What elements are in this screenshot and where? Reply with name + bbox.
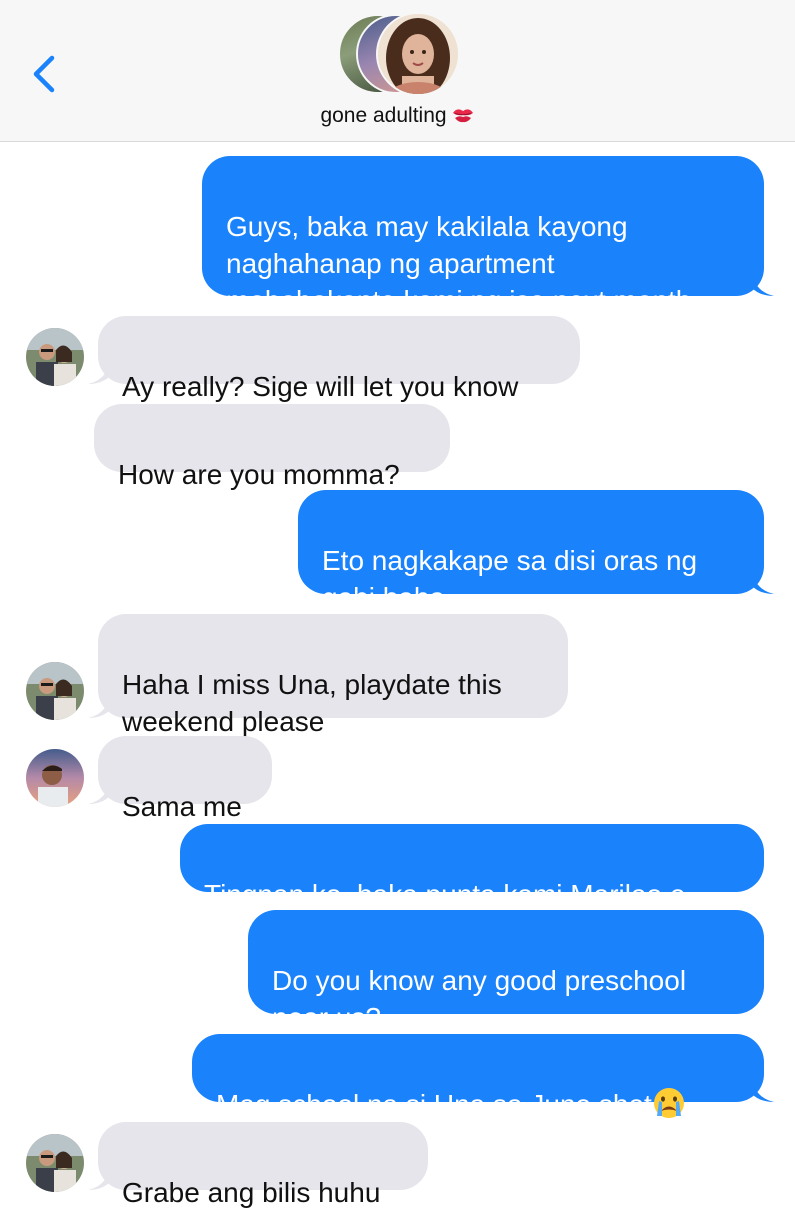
bubble-tail	[88, 696, 110, 718]
incoming-message[interactable]: Ay really? Sige will let you know	[88, 316, 580, 402]
couple-avatar[interactable]	[26, 328, 84, 386]
group-name-label: gone adulting	[320, 104, 447, 127]
outgoing-message[interactable]: Tingnan ko, baka punta kami Marilao e	[180, 824, 764, 910]
incoming-message[interactable]: How are you momma?	[94, 404, 450, 490]
message-text: How are you momma?	[118, 459, 400, 490]
bubble-tail	[752, 274, 774, 296]
group-name[interactable]: gone adulting	[0, 104, 795, 131]
message-text: Eto nagkakape sa disi oras ng gabi haha	[322, 545, 698, 613]
outgoing-message[interactable]: Mag school na si Una sa June shet	[192, 1034, 774, 1120]
outgoing-message[interactable]: Guys, baka may kakilala kayong naghahana…	[202, 156, 774, 316]
incoming-message[interactable]: Grabe ang bilis huhu	[88, 1122, 428, 1208]
bubble-tail	[752, 1080, 774, 1102]
bubble-tail	[88, 1168, 110, 1190]
outgoing-message[interactable]: Do you know any good preschool near us?	[248, 910, 764, 1033]
incoming-message[interactable]: Haha I miss Una, playdate this weekend p…	[88, 614, 568, 737]
chevron-left-icon	[33, 55, 55, 93]
bubble-tail	[88, 362, 110, 384]
group-avatar-stack[interactable]	[338, 12, 460, 96]
message-text: Haha I miss Una, playdate this weekend p…	[122, 669, 502, 737]
bubble-tail	[752, 572, 774, 594]
message-text: Ay really? Sige will let you know	[122, 371, 519, 402]
incoming-message[interactable]: Sama me	[88, 736, 272, 822]
couple-avatar[interactable]	[26, 662, 84, 720]
couple-avatar[interactable]	[26, 1134, 84, 1192]
conversation-header: gone adulting	[0, 0, 795, 142]
group-member-avatar-3	[376, 12, 460, 96]
message-list[interactable]: Guys, baka may kakilala kayong naghahana…	[0, 142, 795, 1208]
message-text: Guys, baka may kakilala kayong naghahana…	[226, 211, 692, 316]
bubble-tail	[88, 782, 110, 804]
kiss-mark-icon	[451, 105, 475, 131]
message-text: Grabe ang bilis huhu	[122, 1177, 381, 1208]
message-text: Do you know any good preschool near us?	[272, 965, 687, 1033]
man-sunset-avatar[interactable]	[26, 749, 84, 807]
woman-portrait-icon	[378, 14, 458, 94]
crying-face-icon	[652, 1086, 686, 1120]
message-text: Sama me	[122, 791, 242, 822]
back-button[interactable]	[28, 52, 62, 96]
message-text: Tingnan ko, baka punta kami Marilao e	[204, 879, 686, 910]
outgoing-message[interactable]: Eto nagkakape sa disi oras ng gabi haha	[298, 490, 774, 613]
message-text: Mag school na si Una sa June shet	[216, 1089, 652, 1120]
